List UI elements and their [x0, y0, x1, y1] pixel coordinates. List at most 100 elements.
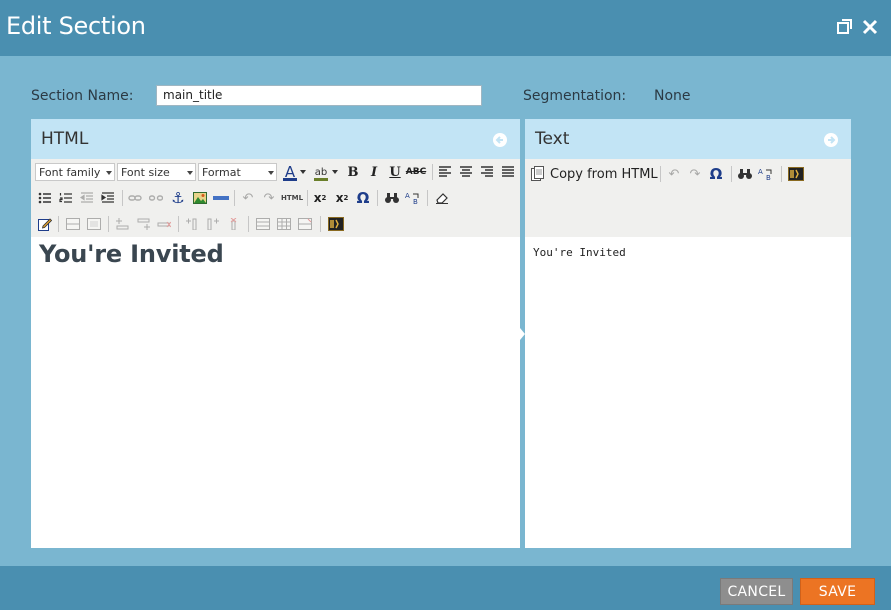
- text-color-icon[interactable]: A: [281, 163, 299, 181]
- maximize-icon[interactable]: [836, 18, 854, 36]
- text-editor-area[interactable]: You're Invited: [525, 237, 851, 548]
- align-center-icon[interactable]: [457, 163, 475, 181]
- format-value: Format: [202, 166, 241, 179]
- toolbar-separator: [320, 216, 321, 232]
- numbered-list-icon[interactable]: [57, 189, 75, 207]
- table-icon[interactable]: [275, 215, 293, 233]
- dialog-titlebar: Edit Section: [0, 0, 891, 56]
- svg-text:B: B: [413, 198, 418, 205]
- italic-icon[interactable]: I: [365, 163, 383, 181]
- align-justify-icon[interactable]: [499, 163, 517, 181]
- table-cell-props-icon[interactable]: [85, 215, 103, 233]
- html-panel-title: HTML: [41, 129, 89, 149]
- toolbar-separator: [122, 190, 123, 206]
- svg-text:B: B: [766, 174, 771, 181]
- align-left-icon[interactable]: [436, 163, 454, 181]
- strikethrough-icon[interactable]: ABC: [406, 163, 426, 181]
- toolbar-separator: [731, 166, 732, 182]
- eraser-icon[interactable]: [433, 189, 451, 207]
- toolbar-separator: [781, 166, 782, 182]
- close-icon[interactable]: [861, 18, 879, 36]
- find-icon[interactable]: [383, 189, 401, 207]
- text-panel-title: Text: [535, 129, 570, 149]
- svg-text:A: A: [758, 168, 763, 176]
- html-toolbar: Font family Font size Format A ab B I U …: [31, 159, 520, 237]
- insert-col-before-icon[interactable]: [183, 215, 201, 233]
- cancel-button[interactable]: CANCEL: [720, 578, 793, 605]
- subscript-icon[interactable]: x2: [311, 189, 329, 207]
- format-select[interactable]: Format: [198, 163, 277, 181]
- table-row-props-icon[interactable]: [64, 215, 82, 233]
- anchor-icon[interactable]: ⚓: [169, 189, 187, 207]
- redo-icon[interactable]: ↷: [260, 189, 278, 207]
- undo-icon[interactable]: ↶: [665, 165, 683, 183]
- svg-text:A: A: [405, 192, 410, 200]
- text-toolbar: Copy from HTML ↶ ↷ Ω AB: [525, 159, 851, 237]
- underline-icon[interactable]: U: [386, 163, 404, 181]
- delete-row-icon[interactable]: [155, 215, 173, 233]
- content-heading: You're Invited: [39, 240, 224, 268]
- delete-col-icon[interactable]: [225, 215, 243, 233]
- toolbar-separator: [58, 216, 59, 232]
- font-size-select[interactable]: Font size: [117, 163, 196, 181]
- link-icon[interactable]: [126, 189, 144, 207]
- highlight-color-icon[interactable]: ab: [312, 163, 330, 181]
- superscript-icon[interactable]: x2: [333, 189, 351, 207]
- insert-col-after-icon[interactable]: [204, 215, 222, 233]
- font-family-select[interactable]: Font family: [35, 163, 115, 181]
- html-source-button[interactable]: HTML: [281, 189, 303, 207]
- template-icon[interactable]: [327, 215, 345, 233]
- save-button[interactable]: SAVE: [800, 578, 875, 605]
- insert-row-before-icon[interactable]: [113, 215, 131, 233]
- redo-icon[interactable]: ↷: [686, 165, 704, 183]
- segmentation-label: Segmentation:: [523, 88, 627, 104]
- toolbar-separator: [234, 190, 235, 206]
- bold-icon[interactable]: B: [344, 163, 362, 181]
- html-editor-area[interactable]: You're Invited: [31, 237, 520, 548]
- copy-from-html-label: Copy from HTML: [550, 166, 658, 182]
- template-icon[interactable]: [787, 165, 805, 183]
- indent-icon[interactable]: [99, 189, 117, 207]
- replace-icon[interactable]: AB: [404, 189, 422, 207]
- horizontal-rule-icon[interactable]: [212, 189, 230, 207]
- copy-from-html-button[interactable]: Copy from HTML: [531, 165, 658, 183]
- font-family-value: Font family: [39, 166, 101, 179]
- plain-text-content: You're Invited: [533, 246, 626, 259]
- toolbar-separator: [432, 164, 433, 180]
- insert-row-after-icon[interactable]: [134, 215, 152, 233]
- arrow-right-icon[interactable]: [823, 132, 839, 148]
- outdent-icon[interactable]: [78, 189, 96, 207]
- section-name-input[interactable]: [156, 85, 482, 106]
- align-right-icon[interactable]: [478, 163, 496, 181]
- toolbar-separator: [307, 190, 308, 206]
- text-panel: Text Copy from HTML ↶ ↷ Ω AB You're Invi…: [525, 119, 851, 548]
- section-name-label: Section Name:: [31, 88, 134, 104]
- segmentation-value: None: [654, 88, 691, 104]
- replace-icon[interactable]: AB: [757, 165, 775, 183]
- toolbar-separator: [108, 216, 109, 232]
- toolbar-separator: [660, 166, 661, 182]
- toolbar-separator: [377, 190, 378, 206]
- dialog-title: Edit Section: [6, 12, 146, 40]
- toolbar-separator: [427, 190, 428, 206]
- image-icon[interactable]: [191, 189, 209, 207]
- font-size-value: Font size: [121, 166, 170, 179]
- special-char-icon[interactable]: Ω: [707, 165, 725, 183]
- html-panel-header: HTML: [31, 119, 520, 159]
- html-panel: HTML Font family Font size Format A ab B…: [31, 119, 520, 548]
- unlink-icon[interactable]: [147, 189, 165, 207]
- chevron-down-icon[interactable]: [331, 163, 339, 181]
- toolbar-separator: [178, 216, 179, 232]
- special-char-icon[interactable]: Ω: [354, 189, 372, 207]
- split-cells-icon[interactable]: [254, 215, 272, 233]
- edit-icon[interactable]: [36, 215, 54, 233]
- undo-icon[interactable]: ↶: [239, 189, 257, 207]
- find-icon[interactable]: [736, 165, 754, 183]
- toolbar-separator: [248, 216, 249, 232]
- bullet-list-icon[interactable]: [36, 189, 54, 207]
- text-panel-header: Text: [525, 119, 851, 159]
- chevron-down-icon[interactable]: [299, 163, 307, 181]
- arrow-left-icon[interactable]: [492, 132, 508, 148]
- copy-icon: [531, 166, 544, 181]
- merge-cells-icon[interactable]: [296, 215, 314, 233]
